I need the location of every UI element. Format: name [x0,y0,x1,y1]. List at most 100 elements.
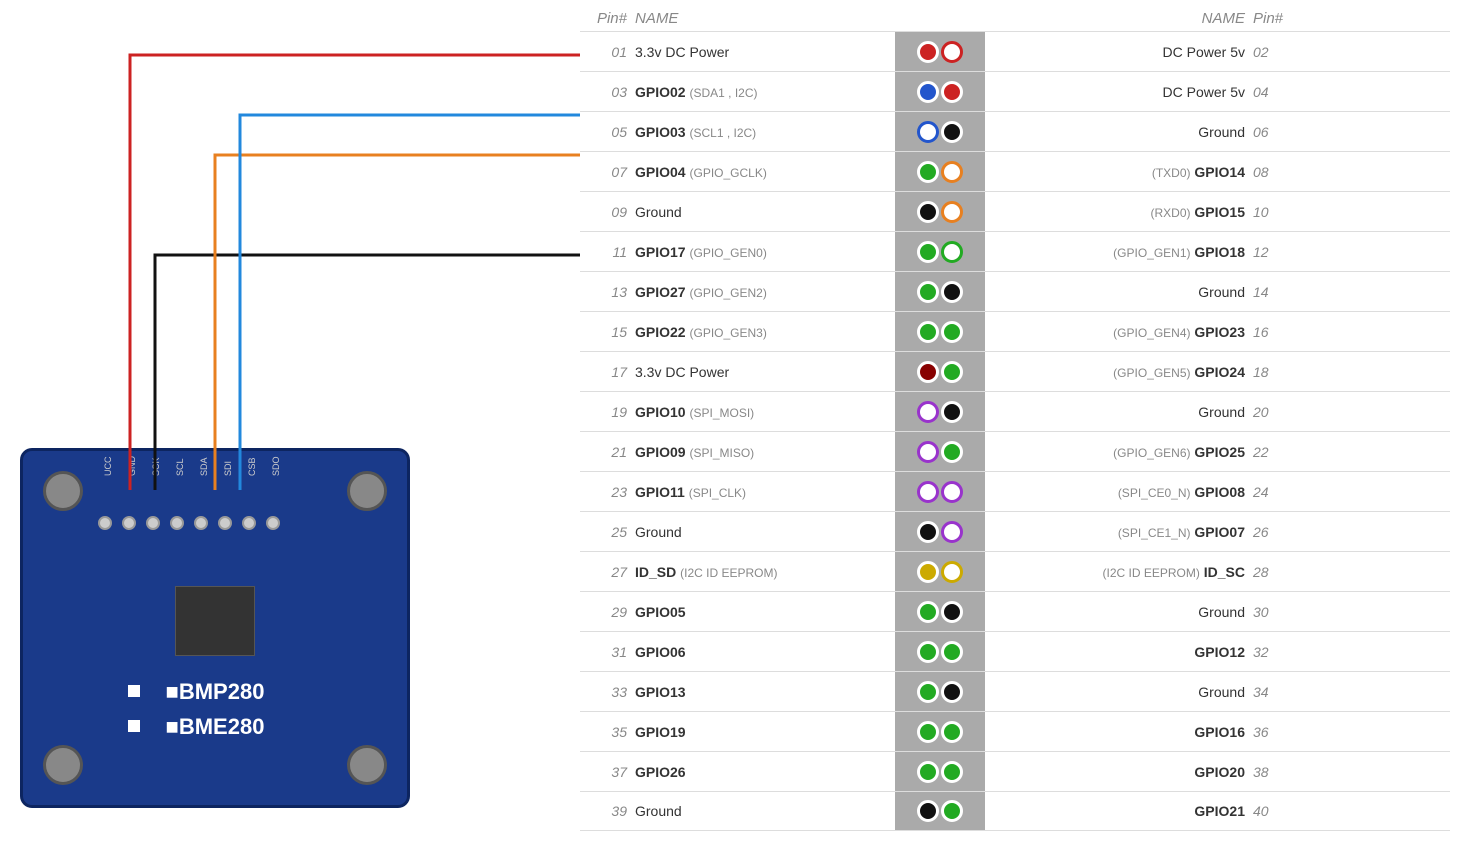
pin-number-right: 12 [1245,244,1300,260]
pin-number-left: 35 [580,724,635,740]
pin-dot [941,521,963,543]
pin-row: 31GPIO06 GPIO1232 [580,631,1450,671]
pin-visual [895,632,985,671]
pin-number-left: 23 [580,484,635,500]
pin-number-left: 03 [580,84,635,100]
pin-row: 27ID_SD (I2C ID EEPROM) (I2C ID EEPROM) I… [580,551,1450,591]
pin-number-right: 20 [1245,404,1300,420]
pin-number-right: 16 [1245,324,1300,340]
pin-visual [895,432,985,471]
pin-visual [895,792,985,830]
pin-visual [895,232,985,271]
pin-visual [895,192,985,231]
pin-number-right: 10 [1245,204,1300,220]
header-name-left: NAME [635,10,895,27]
pin-row: 35GPIO19 GPIO1636 [580,711,1450,751]
pin-name-right: DC Power 5v [985,44,1245,60]
main-container: UCC GND SCK SCL SDA SDI CSB SDO [0,0,1460,868]
pin-visual [895,472,985,511]
pin-dot [917,41,939,63]
pin-dot [917,561,939,583]
pin-dot [941,761,963,783]
right-panel: Pin# NAME NAME Pin# 013.3v DC PowerDC Po… [580,0,1460,868]
pin-row: 09Ground(RXD0) GPIO1510 [580,191,1450,231]
pin-number-right: 34 [1245,684,1300,700]
pin-name-right: GPIO12 [985,644,1245,660]
pin-dot [917,161,939,183]
pin-rows-container: 013.3v DC PowerDC Power 5v0203GPIO02 (SD… [580,31,1450,831]
pin-dot [941,201,963,223]
pin-number-right: 36 [1245,724,1300,740]
pin-number-left: 29 [580,604,635,620]
pin-number-left: 27 [580,564,635,580]
pin-row: 33GPIO13Ground34 [580,671,1450,711]
pin-visual [895,552,985,591]
pin-name-right: GPIO21 [985,803,1245,819]
pin-number-right: 04 [1245,84,1300,100]
pin-number-right: 40 [1245,803,1300,819]
bme-label: ■BME280 [166,714,265,740]
pin-dot [941,41,963,63]
pin-dot [941,121,963,143]
pin-dot [941,401,963,423]
header-row: Pin# NAME NAME Pin# [580,10,1450,27]
pin-visual [895,712,985,751]
pin-name-left: GPIO19 [635,724,895,740]
pin-visual [895,72,985,111]
pin-name-left: GPIO10 (SPI_MOSI) [635,404,895,420]
pin-number-left: 07 [580,164,635,180]
pin-number-right: 22 [1245,444,1300,460]
pin-row: 173.3v DC Power(GPIO_GEN5) GPIO2418 [580,351,1450,391]
pin-name-right: GPIO16 [985,724,1245,740]
pin-dot [941,321,963,343]
pin-number-right: 02 [1245,44,1300,60]
pin-name-right: GPIO20 [985,764,1245,780]
pin-dot [917,800,939,822]
pin-dot [941,281,963,303]
pin-dot [941,800,963,822]
pin-number-right: 26 [1245,524,1300,540]
pin-name-left: GPIO27 (GPIO_GEN2) [635,284,895,300]
pin-number-right: 24 [1245,484,1300,500]
pin-number-left: 11 [580,244,635,260]
pin-name-left: GPIO03 (SCL1 , I2C) [635,124,895,140]
pin-name-right: (SPI_CE0_N) GPIO08 [985,484,1245,500]
pin-dot [917,401,939,423]
pin-name-left: 3.3v DC Power [635,44,895,60]
pin-row: 29GPIO05Ground30 [580,591,1450,631]
sensor-hole-bl [43,745,83,785]
pin-dot [941,641,963,663]
pin-name-left: ID_SD (I2C ID EEPROM) [635,564,895,580]
pin-name-left: Ground [635,524,895,540]
pin-number-left: 31 [580,644,635,660]
pin-dot [917,241,939,263]
pin-name-right: (TXD0) GPIO14 [985,164,1245,180]
pin-dot [941,481,963,503]
pin-dot [941,81,963,103]
pin-dot [917,601,939,623]
pin-dot [941,561,963,583]
pin-visual [895,512,985,551]
pin-dot [941,241,963,263]
pin-row: 013.3v DC PowerDC Power 5v02 [580,31,1450,71]
sensor-hole-tl [43,471,83,511]
pin-dot [917,121,939,143]
pin-dot [941,721,963,743]
bmp-label: ■BMP280 [166,679,265,705]
pin-name-left: GPIO05 [635,604,895,620]
pin-row: 11GPIO17 (GPIO_GEN0)(GPIO_GEN1) GPIO1812 [580,231,1450,271]
pin-name-left: GPIO02 (SDA1 , I2C) [635,84,895,100]
sensor-board: UCC GND SCK SCL SDA SDI CSB SDO [20,448,410,808]
pin-name-left: GPIO26 [635,764,895,780]
pin-visual [895,112,985,151]
pin-number-right: 28 [1245,564,1300,580]
header-name-right: NAME [985,10,1245,27]
pin-row: 21GPIO09 (SPI_MISO)(GPIO_GEN6) GPIO2522 [580,431,1450,471]
pin-name-right: (I2C ID EEPROM) ID_SC [985,564,1245,580]
pin-number-left: 25 [580,524,635,540]
pin-dot [941,601,963,623]
pin-visual [895,752,985,791]
pin-name-right: (GPIO_GEN6) GPIO25 [985,444,1245,460]
left-panel: UCC GND SCK SCL SDA SDI CSB SDO [0,0,580,868]
pin-name-left: GPIO11 (SPI_CLK) [635,484,895,500]
